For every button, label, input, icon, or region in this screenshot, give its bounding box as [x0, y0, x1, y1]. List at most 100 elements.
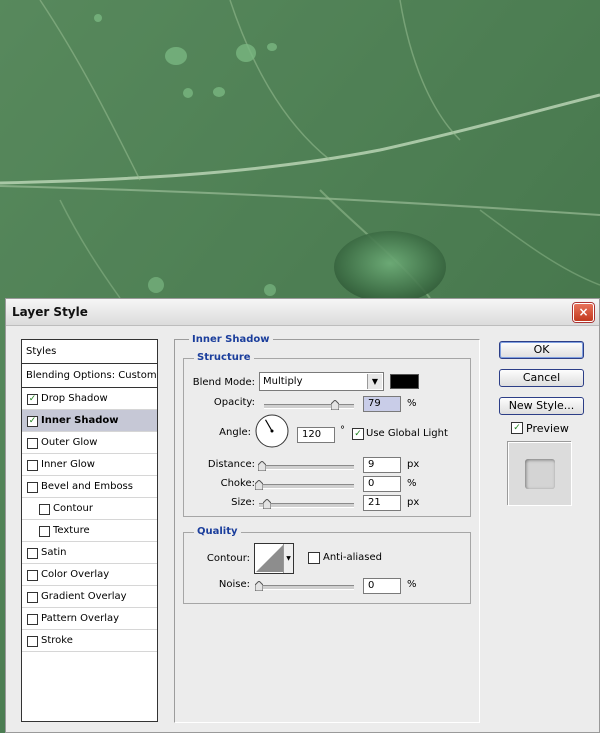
blending-options-item[interactable]: Blending Options: Custom: [22, 364, 157, 388]
style-item-outer-glow[interactable]: Outer Glow: [22, 432, 157, 454]
distance-input[interactable]: 9: [363, 457, 401, 473]
close-button[interactable]: ×: [573, 303, 594, 322]
contour-label: Contour:: [206, 553, 250, 564]
style-item-checkbox[interactable]: [27, 592, 38, 603]
noise-slider-thumb[interactable]: [255, 581, 263, 591]
choke-input[interactable]: 0: [363, 476, 401, 492]
style-item-bevel-and-emboss[interactable]: Bevel and Emboss: [22, 476, 157, 498]
quality-title: Quality: [194, 526, 241, 537]
choke-slider-thumb[interactable]: [255, 480, 263, 490]
check-icon: ✓: [513, 423, 521, 433]
style-item-label: Inner Shadow: [41, 415, 119, 426]
blend-mode-label: Blend Mode:: [192, 377, 255, 388]
contour-picker[interactable]: ▼: [254, 543, 294, 574]
size-slider-thumb[interactable]: [262, 499, 271, 509]
opacity-input[interactable]: 79: [363, 396, 401, 412]
choke-unit: %: [407, 478, 417, 489]
angle-input[interactable]: 120: [297, 427, 335, 443]
style-item-label: Texture: [53, 525, 90, 536]
style-item-checkbox[interactable]: [27, 482, 38, 493]
angle-label: Angle:: [219, 427, 251, 438]
distance-slider[interactable]: [258, 461, 354, 471]
anti-aliased-label: Anti-aliased: [323, 552, 383, 563]
style-item-label: Stroke: [41, 635, 73, 646]
style-item-pattern-overlay[interactable]: Pattern Overlay: [22, 608, 157, 630]
style-item-inner-shadow[interactable]: ✓ Inner Shadow: [22, 410, 157, 432]
new-style-button[interactable]: New Style...: [499, 397, 584, 415]
style-item-checkbox[interactable]: [39, 504, 50, 515]
contour-curve-icon: [256, 545, 283, 572]
styles-header[interactable]: Styles: [22, 340, 157, 364]
inner-shadow-title: Inner Shadow: [189, 334, 273, 345]
style-item-label: Pattern Overlay: [41, 613, 120, 624]
style-item-label: Outer Glow: [41, 437, 98, 448]
styles-list: Styles Blending Options: Custom ✓ Drop Sh…: [21, 339, 158, 722]
style-preview-swatch: [508, 442, 572, 506]
angle-dial[interactable]: [254, 413, 290, 449]
preview-checkbox[interactable]: ✓: [511, 422, 523, 434]
noise-input[interactable]: 0: [363, 578, 401, 594]
choke-label: Choke:: [220, 478, 255, 489]
style-item-color-overlay[interactable]: Color Overlay: [22, 564, 157, 586]
size-slider[interactable]: [259, 499, 354, 509]
blend-mode-value: Multiply: [263, 376, 303, 387]
noise-unit: %: [407, 579, 417, 590]
layer-style-dialog: Layer Style × Styles Blending Options: C…: [5, 298, 600, 733]
quality-group: Quality Contour: ▼ Anti-aliased Noise: 0…: [183, 526, 471, 604]
opacity-slider[interactable]: [264, 400, 354, 410]
style-item-satin[interactable]: Satin: [22, 542, 157, 564]
size-unit: px: [407, 497, 420, 508]
style-item-stroke[interactable]: Stroke: [22, 630, 157, 652]
blend-color-swatch[interactable]: [390, 374, 419, 389]
noise-slider[interactable]: [255, 581, 354, 591]
styles-header-label: Styles: [26, 346, 57, 357]
style-item-checkbox[interactable]: ✓: [27, 394, 38, 405]
chevron-down-icon: ▼: [283, 544, 293, 573]
dialog-titlebar: Layer Style ×: [6, 299, 599, 326]
choke-slider[interactable]: [255, 480, 354, 490]
close-icon: ×: [578, 305, 589, 319]
opacity-unit: %: [407, 398, 417, 409]
size-label: Size:: [231, 497, 255, 508]
structure-title: Structure: [194, 352, 254, 363]
style-item-checkbox[interactable]: ✓: [27, 416, 38, 427]
style-item-drop-shadow[interactable]: ✓ Drop Shadow: [22, 388, 157, 410]
style-item-label: Drop Shadow: [41, 393, 108, 404]
distance-label: Distance:: [207, 459, 255, 470]
style-item-checkbox[interactable]: [27, 438, 38, 449]
style-item-checkbox[interactable]: [27, 570, 38, 581]
use-global-light-checkbox[interactable]: ✓: [352, 428, 364, 440]
preview-label: Preview: [526, 422, 569, 435]
style-item-checkbox[interactable]: [27, 636, 38, 647]
ok-button[interactable]: OK: [499, 341, 584, 359]
style-item-label: Satin: [41, 547, 67, 558]
opacity-label: Opacity:: [213, 397, 255, 408]
style-item-label: Color Overlay: [41, 569, 110, 580]
preview-square: [525, 459, 555, 489]
style-item-checkbox[interactable]: [27, 460, 38, 471]
structure-group: Structure Blend Mode: Multiply ▼ Opacity…: [183, 352, 471, 517]
distance-unit: px: [407, 459, 420, 470]
style-item-contour[interactable]: Contour: [22, 498, 157, 520]
angle-unit: °: [340, 425, 345, 436]
style-item-label: Gradient Overlay: [41, 591, 127, 602]
style-item-checkbox[interactable]: [39, 526, 50, 537]
check-icon: ✓: [354, 429, 362, 439]
cancel-button[interactable]: Cancel: [499, 369, 584, 387]
anti-aliased-checkbox[interactable]: [308, 552, 320, 564]
style-item-checkbox[interactable]: [27, 614, 38, 625]
distance-slider-thumb[interactable]: [258, 461, 267, 471]
blending-options-label: Blending Options: Custom: [26, 370, 157, 381]
blend-mode-select[interactable]: Multiply ▼: [259, 372, 384, 391]
style-item-label: Contour: [53, 503, 93, 514]
size-input[interactable]: 21: [363, 495, 401, 511]
chevron-down-icon: ▼: [367, 374, 382, 389]
style-item-texture[interactable]: Texture: [22, 520, 157, 542]
style-item-checkbox[interactable]: [27, 548, 38, 559]
style-item-label: Inner Glow: [41, 459, 95, 470]
use-global-light-label: Use Global Light: [366, 428, 448, 439]
style-item-inner-glow[interactable]: Inner Glow: [22, 454, 157, 476]
opacity-slider-thumb[interactable]: [331, 400, 340, 410]
style-item-label: Bevel and Emboss: [41, 481, 133, 492]
style-item-gradient-overlay[interactable]: Gradient Overlay: [22, 586, 157, 608]
